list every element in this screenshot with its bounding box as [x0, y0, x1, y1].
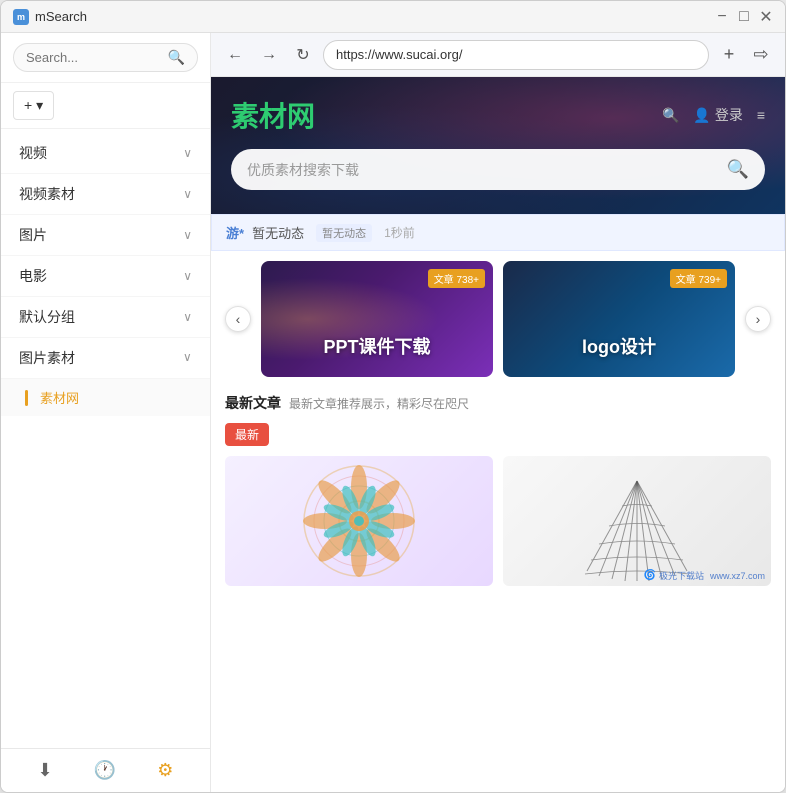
add-button[interactable]: + ▾ — [13, 91, 54, 120]
cards-inner: 文章 738+ PPT课件下载 文章 739+ logo设计 — [261, 261, 735, 377]
sidebar-search-area: 🔍 — [1, 33, 210, 83]
web-content[interactable]: 素材网 🔍 👤 登录 ≡ 优质素材搜索下载 — [211, 77, 785, 792]
search-input[interactable] — [26, 50, 162, 65]
status-badge: 暂无动态 — [316, 224, 372, 242]
chevron-down-icon: ∨ — [183, 310, 192, 324]
login-label: 登录 — [715, 105, 743, 125]
minimize-button[interactable]: − — [715, 10, 729, 24]
chevron-down-icon: ∨ — [183, 228, 192, 242]
sidebar: 🔍 + ▾ 视频 ∨ 视频素材 ∨ 图片 — [1, 33, 211, 792]
back-button[interactable]: ← — [221, 41, 249, 69]
mandala-svg — [299, 461, 419, 581]
active-indicator — [25, 390, 28, 406]
articles-desc: 最新文章推荐展示，精彩尽在咫尺 — [289, 395, 469, 412]
cards-section: ‹ 文章 738+ PPT课件下载 — [211, 251, 785, 387]
chevron-down-icon: ∨ — [183, 187, 192, 201]
sidebar-item-video-material[interactable]: 视频素材 ∨ — [1, 174, 210, 215]
sidebar-item-label: 图片 — [19, 225, 47, 245]
chevron-up-icon: ∧ — [183, 351, 192, 365]
sidebar-footer: ⬇ 🕐 ⚙ — [1, 748, 210, 792]
sidebar-item-label: 电影 — [19, 266, 47, 286]
sidebar-item-label: 图片素材 — [19, 348, 75, 368]
site-login-button[interactable]: 👤 登录 — [693, 105, 742, 125]
articles-header: 最新文章 最新文章推荐展示，精彩尽在咫尺 — [225, 393, 771, 413]
site-menu-button[interactable]: ≡ — [757, 107, 765, 123]
share-button[interactable]: ⇨ — [747, 41, 775, 69]
image-card-geometric[interactable]: 🌀 极光下载站 www.xz7.com — [503, 456, 771, 586]
sidebar-item-image-material[interactable]: 图片素材 ∧ — [1, 338, 210, 379]
image-grid: 🌀 极光下载站 www.xz7.com — [225, 456, 771, 586]
browser-toolbar: ← → ↻ + ⇨ — [211, 33, 785, 77]
sidebar-item-default-group[interactable]: 默认分组 ∨ — [1, 297, 210, 338]
browser-area: ← → ↻ + ⇨ 素材网 🔍 — [211, 33, 785, 792]
url-input[interactable] — [323, 40, 709, 70]
title-bar-left: m mSearch — [13, 9, 87, 25]
main-content: 🔍 + ▾ 视频 ∨ 视频素材 ∨ 图片 — [1, 33, 785, 792]
watermark-url: www.xz7.com — [710, 571, 765, 581]
nav-list: 视频 ∨ 视频素材 ∨ 图片 ∨ 电影 ∨ 默认分组 ∨ — [1, 129, 210, 748]
settings-icon[interactable]: ⚙ — [157, 760, 173, 781]
site-logo: 素材网 — [231, 95, 315, 135]
status-user: 游* — [226, 223, 244, 242]
articles-section: 最新文章 最新文章推荐展示，精彩尽在咫尺 最新 — [211, 387, 785, 596]
card-badge-ppt: 文章 738+ — [428, 269, 485, 288]
articles-title: 最新文章 — [225, 393, 281, 413]
site-search-bar[interactable]: 优质素材搜索下载 🔍 — [231, 149, 765, 190]
prev-button[interactable]: ‹ — [225, 306, 251, 332]
sidebar-item-movies[interactable]: 电影 ∨ — [1, 256, 210, 297]
next-button[interactable]: › — [745, 306, 771, 332]
title-bar: m mSearch − □ ✕ — [1, 1, 785, 33]
site-search-placeholder: 优质素材搜索下载 — [247, 160, 359, 180]
card-badge-logo: 文章 739+ — [670, 269, 727, 288]
sub-nav: 素材网 — [1, 379, 210, 416]
sidebar-item-label: 视频 — [19, 143, 47, 163]
chevron-down-icon: ∨ — [183, 269, 192, 283]
prev-icon: ‹ — [236, 311, 241, 327]
site-nav-right: 🔍 👤 登录 ≡ — [662, 105, 765, 125]
status-bar: 游* 暂无动态 暂无动态 1秒前 — [211, 214, 785, 251]
site-search-submit-icon[interactable]: 🔍 — [727, 159, 749, 180]
cards-container: ‹ 文章 738+ PPT课件下载 — [225, 261, 771, 377]
window-controls: − □ ✕ — [715, 10, 773, 24]
sidebar-item-video[interactable]: 视频 ∨ — [1, 133, 210, 174]
status-time: 1秒前 — [384, 224, 415, 241]
add-button-label: + ▾ — [24, 97, 43, 114]
app-logo: m — [13, 9, 29, 25]
search-icon: 🔍 — [168, 49, 185, 66]
sub-nav-item-sucai[interactable]: 素材网 — [1, 379, 210, 416]
card-ppt[interactable]: 文章 738+ PPT课件下载 — [261, 261, 493, 377]
site-header: 素材网 🔍 👤 登录 ≡ 优质素材搜索下载 — [211, 77, 785, 214]
sidebar-item-label: 视频素材 — [19, 184, 75, 204]
watermark: 🌀 极光下载站 www.xz7.com — [644, 569, 765, 582]
status-label: 暂无动态 — [252, 223, 304, 242]
app-title: mSearch — [35, 9, 87, 24]
app-window: m mSearch − □ ✕ 🔍 + ▾ — [0, 0, 786, 793]
card-title-ppt: PPT课件下载 — [261, 333, 493, 359]
search-box[interactable]: 🔍 — [13, 43, 198, 72]
history-icon[interactable]: 🕐 — [94, 760, 116, 781]
browser-actions: + ⇨ — [715, 41, 775, 69]
sub-nav-item-label: 素材网 — [40, 388, 79, 407]
newest-badge[interactable]: 最新 — [225, 423, 269, 446]
image-card-mandala[interactable] — [225, 456, 493, 586]
card-logo[interactable]: 文章 739+ logo设计 — [503, 261, 735, 377]
add-tab-button[interactable]: + — [715, 41, 743, 69]
logo-letter: m — [17, 12, 25, 22]
site-nav: 素材网 🔍 👤 登录 ≡ — [231, 95, 765, 135]
geo-svg — [577, 461, 697, 581]
watermark-text: 极光下载站 — [659, 569, 704, 582]
sidebar-toolbar: + ▾ — [1, 83, 210, 129]
card-title-logo: logo设计 — [503, 333, 735, 359]
maximize-button[interactable]: □ — [737, 10, 751, 24]
refresh-button[interactable]: ↻ — [289, 41, 317, 69]
download-icon[interactable]: ⬇ — [38, 760, 53, 781]
next-icon: › — [756, 311, 761, 327]
close-button[interactable]: ✕ — [759, 10, 773, 24]
menu-icon: ≡ — [757, 107, 765, 123]
forward-button[interactable]: → — [255, 41, 283, 69]
sidebar-item-label: 默认分组 — [19, 307, 75, 327]
chevron-down-icon: ∨ — [183, 146, 192, 160]
site-search-icon[interactable]: 🔍 — [662, 107, 679, 124]
sidebar-item-images[interactable]: 图片 ∨ — [1, 215, 210, 256]
